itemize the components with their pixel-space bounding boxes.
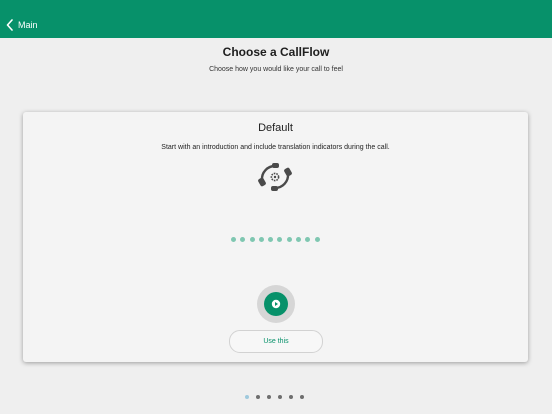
- page-indicator: [245, 395, 311, 399]
- chevron-left-icon: [6, 19, 13, 31]
- page-dot[interactable]: [256, 395, 260, 399]
- progress-dot: [268, 237, 274, 242]
- header-bar: Main: [0, 0, 552, 38]
- page-dot[interactable]: [278, 395, 282, 399]
- progress-dot: [240, 237, 246, 242]
- use-this-button[interactable]: Use this: [229, 330, 323, 353]
- page-dot[interactable]: [267, 395, 271, 399]
- callflow-card: Default Start with an introduction and i…: [23, 112, 528, 362]
- page-dot[interactable]: [245, 395, 249, 399]
- play-button-core: [264, 292, 288, 316]
- play-icon: [271, 299, 281, 309]
- progress-dots: [231, 237, 324, 242]
- play-button[interactable]: [257, 285, 295, 323]
- progress-dot: [258, 237, 264, 242]
- callflow-title: Default: [258, 122, 293, 134]
- back-button[interactable]: Main: [6, 15, 38, 35]
- page-subtitle: Choose how you would like your call to f…: [209, 66, 343, 73]
- progress-dot: [231, 237, 236, 242]
- progress-dot: [286, 237, 292, 242]
- progress-dot: [277, 237, 283, 242]
- page-dot[interactable]: [300, 395, 304, 399]
- progress-dot: [249, 237, 255, 242]
- page-title: Choose a CallFlow: [222, 45, 330, 59]
- progress-dot: [305, 237, 311, 242]
- progress-dot: [296, 237, 302, 242]
- page-dot[interactable]: [289, 395, 293, 399]
- progress-dot: [314, 237, 320, 242]
- callflow-phone-gear-icon: [258, 163, 292, 191]
- callflow-description: Start with an introduction and include t…: [161, 144, 390, 151]
- back-label: Main: [18, 20, 38, 30]
